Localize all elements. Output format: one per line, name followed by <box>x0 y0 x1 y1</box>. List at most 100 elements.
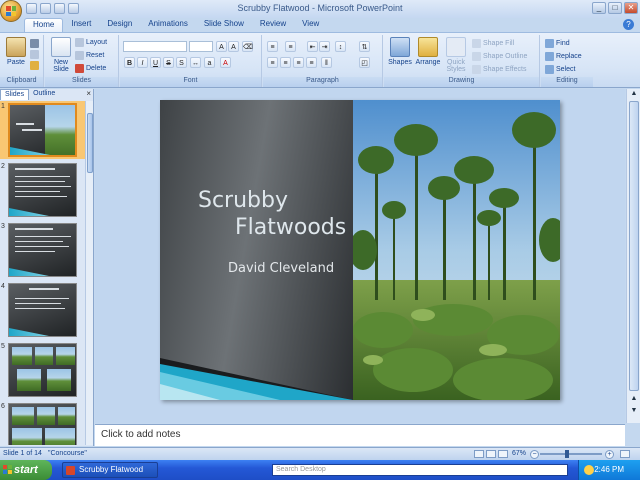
line-spacing-button[interactable]: ↕ <box>335 41 346 52</box>
next-slide-icon[interactable]: ▼ <box>629 407 639 416</box>
slide-number: 6 <box>1 403 5 410</box>
char-spacing-button[interactable]: ↔ <box>190 57 201 68</box>
shrink-font-button[interactable]: A <box>228 41 239 52</box>
shapes-button[interactable]: Shapes <box>386 37 414 66</box>
italic-button[interactable]: I <box>137 57 148 68</box>
vertical-scrollbar[interactable]: ▲ ▲ ▼ <box>626 89 640 423</box>
smartart-button[interactable]: ◰ <box>359 57 370 68</box>
strikethrough-button[interactable]: S <box>163 57 174 68</box>
font-color-button[interactable]: A <box>220 57 231 68</box>
slide-thumbnail-5[interactable]: 5 <box>0 341 86 399</box>
select-button[interactable]: Select <box>545 65 575 74</box>
bullets-button[interactable]: ≡ <box>267 41 278 52</box>
zoom-in-button[interactable]: + <box>605 450 614 459</box>
reset-button[interactable]: Reset <box>75 51 104 60</box>
align-right-button[interactable]: ≡ <box>293 57 304 68</box>
office-button[interactable] <box>0 0 22 22</box>
align-center-button[interactable]: ≡ <box>280 57 291 68</box>
tab-slides[interactable]: Slides <box>0 89 30 100</box>
layout-button[interactable]: Layout <box>75 38 107 47</box>
tab-insert[interactable]: Insert <box>63 18 99 32</box>
zoom-slider-knob[interactable] <box>565 450 569 458</box>
pine-flatwoods-photo <box>353 100 560 400</box>
shapes-label: Shapes <box>388 59 412 66</box>
tab-review[interactable]: Review <box>252 18 294 32</box>
arrange-label: Arrange <box>415 59 441 66</box>
copy-button[interactable] <box>30 50 39 59</box>
fit-to-window-button[interactable] <box>620 450 630 458</box>
slide-sorter-view-button[interactable] <box>486 450 496 458</box>
tab-home[interactable]: Home <box>24 18 64 32</box>
slide-count: Slide 1 of 14 <box>3 450 42 457</box>
tab-outline[interactable]: Outline <box>29 89 59 100</box>
desktop-search-input[interactable]: Search Desktop <box>272 464 568 476</box>
editing-group-label: Editing <box>541 77 593 87</box>
quick-styles-button[interactable]: Quick Styles <box>442 37 470 73</box>
start-button[interactable]: start <box>0 460 52 480</box>
align-left-button[interactable]: ≡ <box>267 57 278 68</box>
slide-thumbnail-3[interactable]: 3 <box>0 221 86 279</box>
slide-show-view-button[interactable] <box>498 450 508 458</box>
thumbnail-scrollbar[interactable] <box>85 101 93 445</box>
shape-effects-button[interactable]: Shape Effects <box>472 65 526 74</box>
close-button[interactable]: ✕ <box>624 2 638 14</box>
slide-title[interactable]: Scrubby Flatwoods <box>198 187 348 241</box>
zoom-out-button[interactable]: − <box>530 450 539 459</box>
taskbar-item-powerpoint[interactable]: Scrubby Flatwood <box>62 462 158 478</box>
normal-view-button[interactable] <box>474 450 484 458</box>
numbering-button[interactable]: ≡ <box>285 41 296 52</box>
font-group: A A ⌫ B I U S S ↔ a A Font <box>120 35 262 87</box>
close-pane-icon[interactable]: × <box>86 89 91 98</box>
help-icon[interactable]: ? <box>623 19 634 30</box>
paste-button[interactable]: Paste <box>2 37 30 66</box>
tray-icon[interactable] <box>584 465 594 475</box>
delete-icon <box>75 64 84 73</box>
cut-button[interactable] <box>30 39 39 48</box>
tab-slide-show[interactable]: Slide Show <box>196 18 252 32</box>
zoom-level[interactable]: 67% <box>512 450 526 457</box>
shape-fill-button[interactable]: Shape Fill <box>472 39 514 48</box>
new-slide-button[interactable]: New Slide <box>47 37 75 73</box>
delete-slide-button[interactable]: Delete <box>75 64 106 73</box>
decrease-indent-button[interactable]: ⇤ <box>307 41 318 52</box>
previous-slide-icon[interactable]: ▲ <box>629 395 639 404</box>
find-button[interactable]: Find <box>545 39 570 48</box>
slide-thumbnail-6[interactable]: 6 <box>0 401 86 445</box>
slide-subtitle[interactable]: David Cleveland <box>228 261 334 276</box>
bold-button[interactable]: B <box>124 57 135 68</box>
arrange-button[interactable]: Arrange <box>414 37 442 66</box>
font-size-box[interactable] <box>189 41 213 52</box>
shape-outline-button[interactable]: Shape Outline <box>472 52 527 61</box>
underline-button[interactable]: U <box>150 57 161 68</box>
new-slide-label: New Slide <box>53 59 69 73</box>
scroll-thumb[interactable] <box>629 101 639 391</box>
notes-pane[interactable]: Click to add notes <box>95 424 625 446</box>
increase-indent-button[interactable]: ⇥ <box>319 41 330 52</box>
clipboard-group-label: Clipboard <box>0 77 43 87</box>
slide-thumbnail-4[interactable]: 4 <box>0 281 86 339</box>
scroll-up-icon[interactable]: ▲ <box>629 90 639 99</box>
title-bar: Scrubby Flatwood - Microsoft PowerPoint … <box>0 0 640 18</box>
format-painter-button[interactable] <box>30 61 39 70</box>
paste-label: Paste <box>7 59 25 66</box>
minimize-button[interactable]: _ <box>592 2 606 14</box>
replace-button[interactable]: Replace <box>545 52 582 61</box>
columns-button[interactable]: ‖ <box>321 57 332 68</box>
zoom-slider[interactable] <box>540 453 602 455</box>
tab-design[interactable]: Design <box>99 18 140 32</box>
slide-editing-area: Scrubby Flatwoods David Cleveland ▲ ▲ ▼ <box>95 89 640 423</box>
text-direction-button[interactable]: ⇅ <box>359 41 370 52</box>
tab-view[interactable]: View <box>294 18 327 32</box>
slide-thumbnail-1[interactable]: 1 <box>0 101 86 159</box>
justify-button[interactable]: ≡ <box>306 57 317 68</box>
maximize-button[interactable]: □ <box>608 2 622 14</box>
font-name-box[interactable] <box>123 41 187 52</box>
slide-thumbnail-2[interactable]: 2 <box>0 161 86 219</box>
shadow-button[interactable]: S <box>176 57 187 68</box>
windows-flag-icon <box>3 465 12 474</box>
grow-font-button[interactable]: A <box>216 41 227 52</box>
clear-formatting-button[interactable]: ⌫ <box>242 41 253 52</box>
slide-canvas[interactable]: Scrubby Flatwoods David Cleveland <box>160 100 560 400</box>
tab-animations[interactable]: Animations <box>140 18 196 32</box>
change-case-button[interactable]: a <box>204 57 215 68</box>
